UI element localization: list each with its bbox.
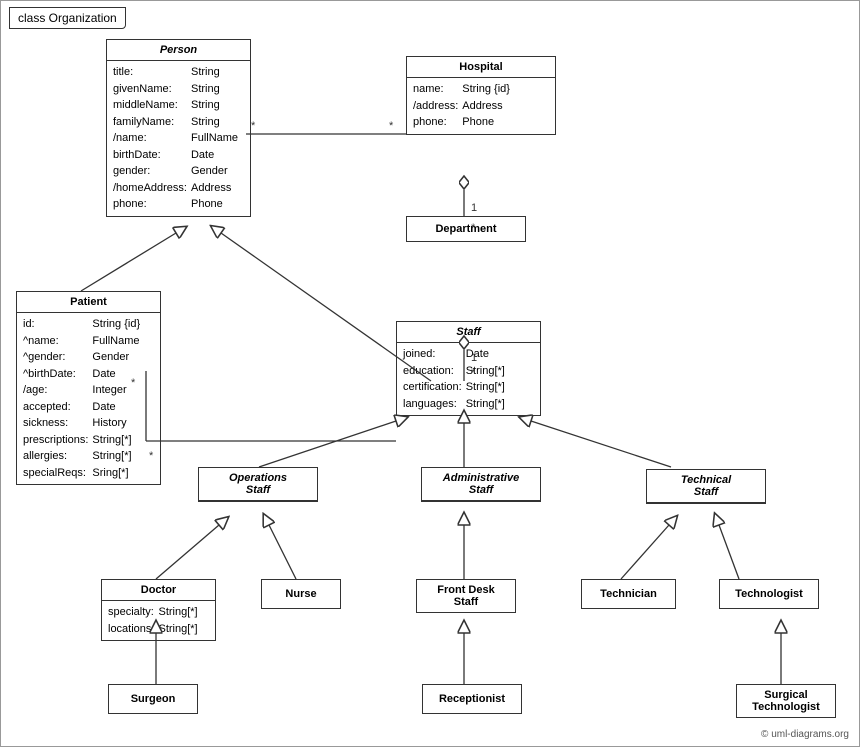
nurse-header: Nurse xyxy=(262,580,340,608)
svg-text:1: 1 xyxy=(471,202,477,214)
hospital-header: Hospital xyxy=(407,57,555,78)
surgeon-header: Surgeon xyxy=(109,685,197,713)
operations-staff-class: OperationsStaff xyxy=(198,467,318,502)
department-class: Department xyxy=(406,216,526,242)
patient-body: id:String {id} ^name:FullName ^gender:Ge… xyxy=(17,313,160,484)
technician-header: Technician xyxy=(582,580,675,608)
staff-class: Staff joined:Date education:String[*] ce… xyxy=(396,321,541,416)
technologist-class: Technologist xyxy=(719,579,819,609)
receptionist-header: Receptionist xyxy=(423,685,521,713)
technical-staff-header: TechnicalStaff xyxy=(647,470,765,503)
patient-header: Patient xyxy=(17,292,160,313)
svg-text:*: * xyxy=(251,120,256,132)
diagram-container: class Organization 1 * xyxy=(0,0,860,747)
receptionist-class: Receptionist xyxy=(422,684,522,714)
svg-text:*: * xyxy=(389,120,394,132)
hospital-body: name:String {id} /address:Address phone:… xyxy=(407,78,555,134)
staff-body: joined:Date education:String[*] certific… xyxy=(397,343,540,415)
technician-class: Technician xyxy=(581,579,676,609)
doctor-body: specialty:String[*] locations:String[*] xyxy=(102,601,215,640)
hospital-class: Hospital name:String {id} /address:Addre… xyxy=(406,56,556,135)
surgeon-class: Surgeon xyxy=(108,684,198,714)
person-header: Person xyxy=(107,40,250,61)
doctor-class: Doctor specialty:String[*] locations:Str… xyxy=(101,579,216,641)
technologist-header: Technologist xyxy=(720,580,818,608)
technical-staff-class: TechnicalStaff xyxy=(646,469,766,504)
department-header: Department xyxy=(407,217,525,241)
patient-class: Patient id:String {id} ^name:FullName ^g… xyxy=(16,291,161,485)
administrative-staff-class: AdministrativeStaff xyxy=(421,467,541,502)
surgical-technologist-header: SurgicalTechnologist xyxy=(737,685,835,717)
nurse-class: Nurse xyxy=(261,579,341,609)
front-desk-staff-class: Front DeskStaff xyxy=(416,579,516,613)
person-body: title:String givenName:String middleName… xyxy=(107,61,250,216)
surgical-technologist-class: SurgicalTechnologist xyxy=(736,684,836,718)
doctor-header: Doctor xyxy=(102,580,215,601)
staff-header: Staff xyxy=(397,322,540,343)
administrative-staff-header: AdministrativeStaff xyxy=(422,468,540,501)
diagram-title: class Organization xyxy=(9,7,126,29)
person-class: Person title:String givenName:String mid… xyxy=(106,39,251,217)
operations-staff-header: OperationsStaff xyxy=(199,468,317,501)
front-desk-staff-header: Front DeskStaff xyxy=(417,580,515,612)
copyright: © uml-diagrams.org xyxy=(761,729,849,740)
